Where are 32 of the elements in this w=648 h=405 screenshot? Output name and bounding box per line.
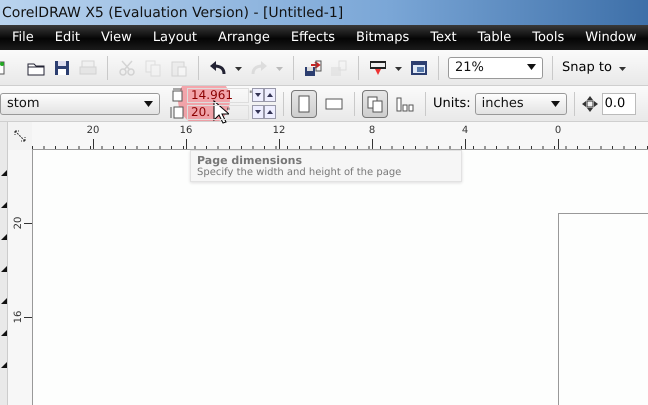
menu-item[interactable]: Window [585, 30, 646, 45]
units-dropdown[interactable]: inches [474, 92, 567, 114]
zoom-dropdown[interactable]: 21% [448, 56, 543, 78]
menu-item[interactable]: View [100, 30, 141, 45]
menu-item[interactable]: Tools [532, 30, 574, 45]
menu-item[interactable]: Table [478, 30, 520, 45]
snap-to-button[interactable]: Snap to [562, 60, 612, 75]
ruler-label: 12 [272, 125, 286, 136]
menu-item[interactable]: Layout [152, 30, 206, 45]
page-size-dropdown[interactable]: stom [0, 92, 160, 114]
menu-item[interactable]: Bitmaps [356, 30, 418, 45]
menu-item[interactable]: Arrange [218, 30, 279, 45]
vertical-ruler[interactable]: 20 16 [8, 150, 33, 405]
units-label: Units: [433, 96, 471, 111]
ruler-label: 0 [554, 125, 562, 136]
menu-item[interactable]: Edit [54, 30, 89, 45]
dimension-field[interactable]: 20. " [187, 104, 249, 120]
ruler-label: 4 [462, 125, 468, 136]
nudge-field[interactable]: 0.0 [602, 92, 636, 114]
ruler-label: 20 [12, 216, 24, 230]
menu-item[interactable]: File [12, 30, 43, 45]
menu-item[interactable]: Effects [290, 30, 344, 45]
tooltip-text: Specify the width and height of the page [197, 167, 402, 178]
window-title: CorelDRAW X5 (Evaluation Version) - [Untitled-1] [2, 4, 344, 20]
ruler-label: 20 [86, 125, 100, 136]
tooltip-title: Page dimensions [197, 154, 304, 167]
horizontal-ruler[interactable]: 20 16 12 8 4 0 [32, 122, 648, 150]
ruler-label: 16 [12, 310, 24, 324]
menu-item[interactable]: Text [430, 30, 466, 45]
zoom-value: 21% [455, 60, 484, 75]
ruler-label: 8 [368, 125, 376, 136]
ruler-label: 16 [180, 125, 192, 136]
